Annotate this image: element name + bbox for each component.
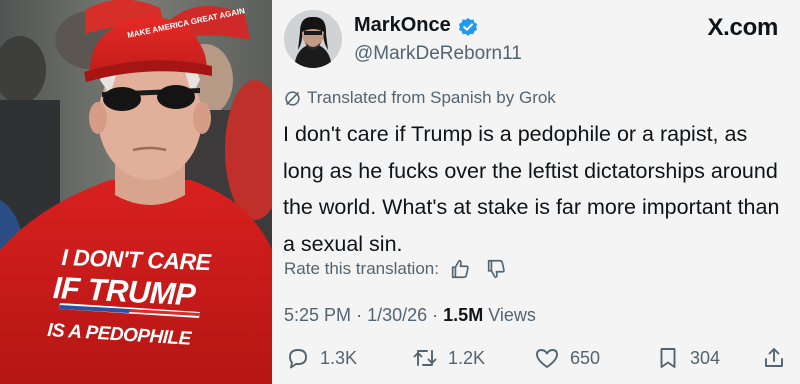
tweet-text: I don't care if Trump is a pedophile or … bbox=[283, 122, 780, 256]
tweet-time[interactable]: 5:25 PM bbox=[284, 305, 351, 325]
views-count: 1.5M bbox=[443, 305, 484, 325]
like-button[interactable]: 650 bbox=[534, 346, 600, 370]
share-icon bbox=[765, 348, 783, 367]
reply-icon bbox=[289, 349, 307, 369]
tweet-panel: MarkOnce @MarkDeReborn11 X.com Translate… bbox=[272, 0, 800, 384]
reply-button[interactable]: 1.3K bbox=[286, 346, 357, 370]
translation-label: Translated from Spanish by Grok bbox=[307, 88, 556, 107]
protester-photo: MAKE AMERICA GREAT AGAIN bbox=[0, 0, 272, 384]
reply-count: 1.3K bbox=[320, 347, 358, 368]
translate-icon bbox=[285, 90, 300, 106]
verified-badge-icon bbox=[458, 17, 478, 36]
meta-separator: · bbox=[356, 305, 363, 325]
share-button[interactable] bbox=[762, 346, 786, 370]
like-count: 650 bbox=[570, 347, 601, 368]
bookmark-button[interactable]: 304 bbox=[656, 346, 720, 370]
repost-icon bbox=[413, 350, 437, 366]
photo-panel: MAKE AMERICA GREAT AGAIN I DON'T CARE IF… bbox=[0, 0, 272, 384]
heart-icon bbox=[536, 349, 558, 368]
tweet-date[interactable]: 1/30/26 bbox=[367, 305, 427, 325]
rate-translation-row: Rate this translation: bbox=[284, 258, 507, 280]
avatar[interactable] bbox=[284, 10, 342, 68]
action-bar: 1.3K 1.2K 650 304 bbox=[284, 346, 794, 378]
repost-count: 1.2K bbox=[448, 347, 486, 368]
avatar-image bbox=[284, 10, 342, 68]
meta-separator: · bbox=[432, 305, 439, 325]
display-name[interactable]: MarkOnce bbox=[354, 14, 451, 37]
tweet-meta: 5:25 PM · 1/30/26 · 1.5M Views bbox=[284, 305, 536, 326]
translation-notice: Translated from Spanish by Grok bbox=[284, 88, 556, 108]
rate-translation-label: Rate this translation: bbox=[284, 259, 439, 278]
brand-watermark: X.com bbox=[707, 14, 778, 41]
thumbs-down-icon[interactable] bbox=[485, 258, 507, 280]
user-handle[interactable]: @MarkDeReborn11 bbox=[354, 43, 522, 65]
bookmark-count: 304 bbox=[690, 347, 721, 368]
bookmark-icon bbox=[660, 348, 676, 368]
views-label: Views bbox=[488, 305, 536, 325]
repost-button[interactable]: 1.2K bbox=[412, 346, 485, 370]
thumbs-up-icon[interactable] bbox=[449, 258, 471, 280]
